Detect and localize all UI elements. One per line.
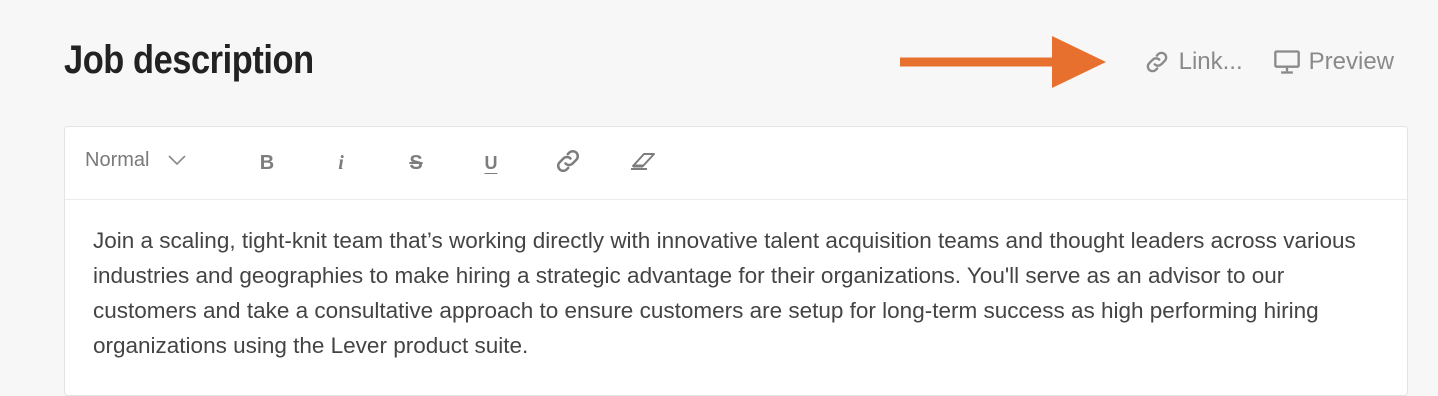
clear-format-button[interactable]	[628, 147, 660, 179]
monitor-icon	[1273, 48, 1301, 76]
italic-icon: i	[338, 151, 344, 174]
preview-button[interactable]: Preview	[1273, 48, 1394, 76]
link-label: Link...	[1178, 48, 1243, 75]
insert-link-button[interactable]	[552, 147, 584, 179]
strikethrough-icon: S	[409, 151, 423, 174]
rich-text-editor: Normal B i S U Join a scaling, tight-kni…	[64, 126, 1408, 396]
format-select-value: Normal	[85, 149, 150, 171]
link-icon	[1143, 48, 1171, 76]
underline-button[interactable]: U	[475, 147, 507, 179]
page-title: Job description	[64, 38, 314, 82]
chevron-down-icon	[167, 149, 187, 172]
bold-button[interactable]: B	[251, 147, 283, 179]
editor-body-text[interactable]: Join a scaling, tight-knit team that’s w…	[93, 223, 1373, 363]
header-actions: Link... Preview	[1143, 48, 1394, 76]
format-select[interactable]: Normal	[85, 149, 187, 172]
preview-label: Preview	[1308, 48, 1394, 75]
bold-icon: B	[259, 151, 275, 174]
underline-icon: U	[484, 152, 498, 173]
annotation-arrow	[898, 34, 1108, 95]
italic-button[interactable]: i	[325, 147, 357, 179]
link-button[interactable]: Link...	[1143, 48, 1243, 76]
link-icon	[553, 146, 583, 181]
eraser-icon	[629, 148, 659, 179]
strikethrough-button[interactable]: S	[400, 147, 432, 179]
editor-toolbar: Normal B i S U	[65, 127, 1407, 200]
